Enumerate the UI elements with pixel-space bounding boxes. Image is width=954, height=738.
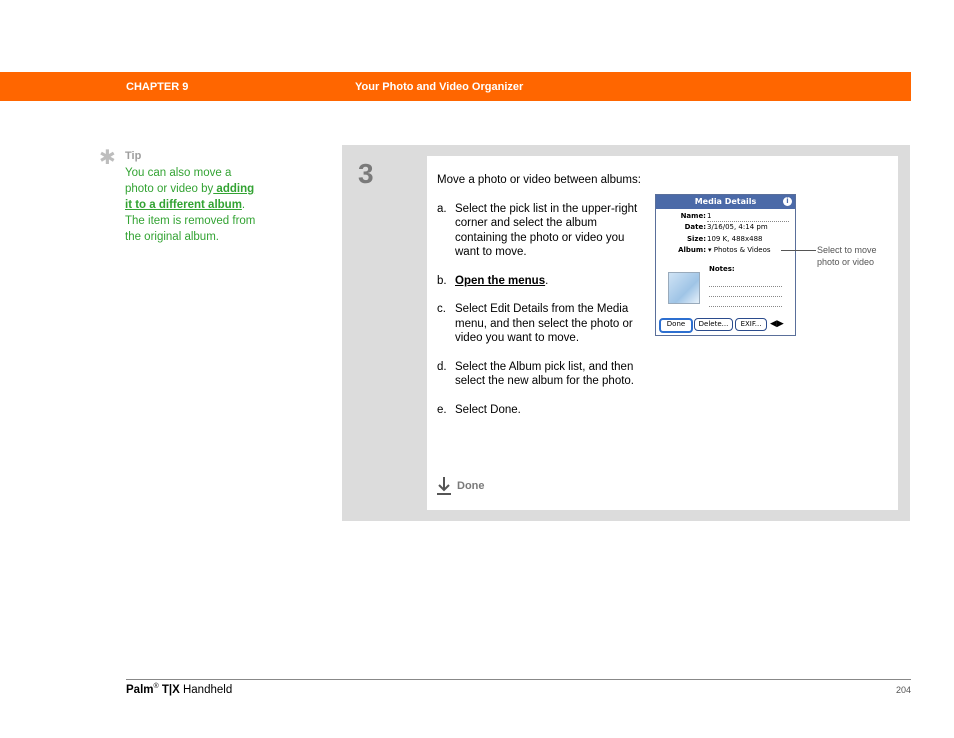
album-picklist[interactable]: ▾ Photos & Videos xyxy=(708,246,771,254)
size-value: 109 K, 488x488 xyxy=(707,235,763,243)
adding-album-link[interactable]: adding xyxy=(213,183,254,195)
step-item-label: b. xyxy=(437,274,447,287)
callout-leader-line xyxy=(781,250,816,251)
album-value: Photos & Videos xyxy=(713,246,771,254)
step-item-text: Select the Album pick list, and then sel… xyxy=(455,360,634,388)
step-item-label: e. xyxy=(437,403,447,416)
step-item-text: Select the pick list in the upper-right … xyxy=(455,202,638,259)
exif-button[interactable]: EXIF... xyxy=(735,318,767,331)
different-album-link[interactable]: it to a different album xyxy=(125,199,242,211)
step-item: a. Select the pick list in the upper-rig… xyxy=(437,202,647,260)
info-icon: i xyxy=(783,197,792,206)
footer-product: Palm® T|X Handheld xyxy=(126,683,232,696)
chapter-label: CHAPTER 9 xyxy=(126,81,189,93)
step-item-text: Select Edit Details from the Media menu,… xyxy=(455,303,633,344)
notes-line xyxy=(709,286,782,287)
notes-label: Notes: xyxy=(709,265,735,273)
open-menus-link[interactable]: Open the menus xyxy=(455,275,545,287)
footer-brand: Palm xyxy=(126,683,154,696)
album-label: Album: xyxy=(678,246,706,254)
tip-label: Tip xyxy=(125,150,142,162)
asterisk-icon: ✱ xyxy=(99,147,116,169)
done-button[interactable]: Done xyxy=(659,318,693,333)
nav-arrows-icon[interactable]: ◀▶ xyxy=(770,319,784,330)
step-item-label: a. xyxy=(437,202,447,215)
name-value: 1 xyxy=(707,212,712,220)
photo-thumbnail xyxy=(668,272,700,304)
media-details-screenshot: Media Details i Name: 1 Date: 3/16/05, 4… xyxy=(655,194,796,336)
notes-line xyxy=(709,296,782,297)
tip-line: it to a different album. xyxy=(125,197,275,213)
step-number: 3 xyxy=(358,158,374,189)
step-item: c. Select Edit Details from the Media me… xyxy=(437,302,647,346)
dropdown-arrow-icon: ▾ xyxy=(708,246,712,254)
delete-button[interactable]: Delete... xyxy=(694,318,733,331)
done-indicator: Done xyxy=(437,477,485,495)
step-item-text: Select Done. xyxy=(455,403,521,416)
tip-text: You can also move a photo or video by ad… xyxy=(125,165,275,245)
step-item: b. Open the menus. xyxy=(437,274,647,289)
size-label: Size: xyxy=(686,235,706,243)
name-label: Name: xyxy=(680,212,706,220)
page-number: 204 xyxy=(895,685,911,695)
date-value: 3/16/05, 4:14 pm xyxy=(707,223,768,231)
step-item-label: c. xyxy=(437,303,446,315)
step-item: e. Select Done. xyxy=(437,403,647,418)
step-item: d. Select the Album pick list, and then … xyxy=(437,360,647,389)
callout-text: Select to move photo or video xyxy=(817,245,877,267)
step-intro: Move a photo or video between albums: xyxy=(437,174,641,186)
palm-screen-title: Media Details xyxy=(656,195,795,209)
tip-text-fragment: photo or video by xyxy=(125,183,214,195)
step-item-label: d. xyxy=(437,360,447,373)
footer-divider xyxy=(126,679,911,680)
tip-line: photo or video by adding xyxy=(125,181,275,197)
tip-text-fragment: . xyxy=(241,199,246,211)
footer-model: T|X xyxy=(158,683,180,696)
step-instructions: Move a photo or video between albums: a.… xyxy=(437,173,647,431)
done-label: Done xyxy=(457,480,485,492)
tip-line: You can also move a xyxy=(125,167,232,179)
tip-line: The item is removed from xyxy=(125,215,256,227)
step-item-punct: . xyxy=(545,274,549,287)
footer-product-name: Handheld xyxy=(179,683,233,696)
step-item-text: Open the menus. xyxy=(455,274,647,289)
tip-line: the original album. xyxy=(125,231,219,243)
down-arrow-icon xyxy=(437,477,451,495)
chapter-title: Your Photo and Video Organizer xyxy=(355,81,524,93)
notes-line xyxy=(709,306,782,307)
name-underline xyxy=(707,221,789,222)
date-label: Date: xyxy=(684,223,706,231)
